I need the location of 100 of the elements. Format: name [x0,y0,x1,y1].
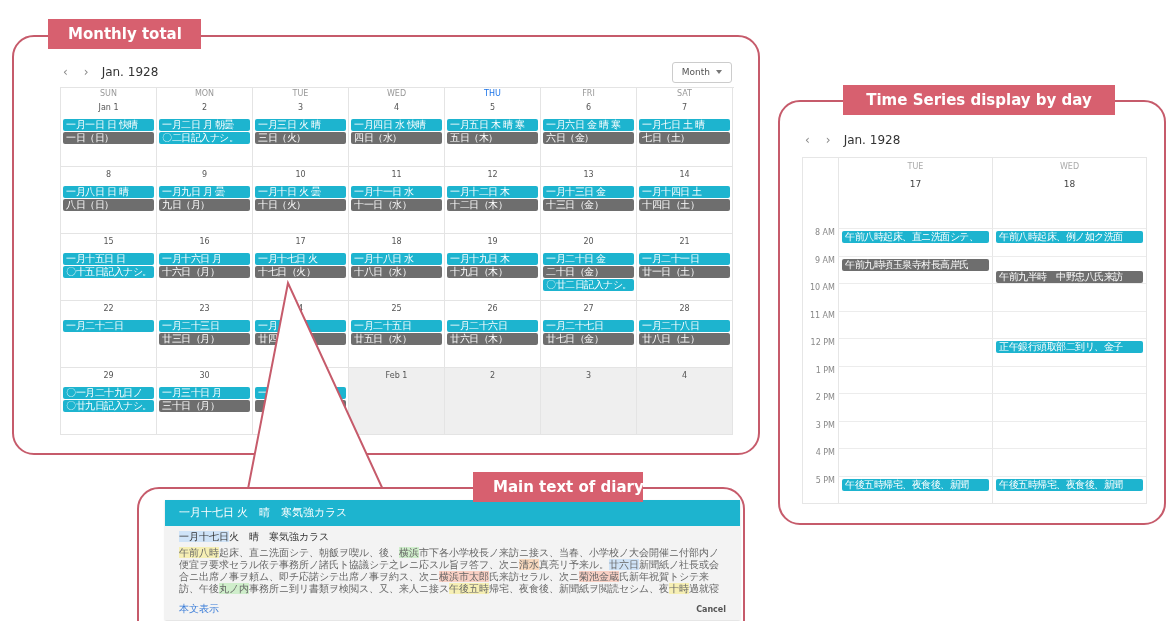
dialog-title: 一月十七日 火 晴 寒気強カラス [165,500,740,526]
view-dropdown[interactable]: Month [671,61,732,83]
time-slot[interactable] [992,448,1146,476]
time-slot[interactable] [992,310,1146,338]
event-chip[interactable]: 十三日（金） [543,199,634,211]
day-number: 5 [489,102,496,114]
cancel-button[interactable]: Cancel [696,604,726,614]
day-number: 14 [679,169,690,181]
day-number: 16 [199,236,210,248]
hour-label: 11 AM [808,310,836,322]
time-slot[interactable] [838,283,992,311]
event-chip[interactable]: 午前九半時 中野忠八氏来訪 [996,270,1143,283]
time-slot[interactable] [838,393,992,421]
day-cell[interactable]: 25 一月二十五日 廿五日（水） [349,301,445,368]
event-chip[interactable]: 廿七日（金） [543,333,634,345]
day-cell[interactable]: 3 [541,368,637,435]
event-chip[interactable]: 廿六日（木） [447,333,538,345]
event-chip[interactable]: 十一日（水） [351,199,442,211]
day-cell[interactable]: 8 一月八日 日 晴 八日（日） [61,167,157,234]
day-cell[interactable]: 17 一月十七日 火 十七日（火） [253,234,349,301]
day-cell[interactable]: 27 一月二十七日 廿七日（金） [541,301,637,368]
event-chip[interactable]: 七日（土） [639,132,730,144]
time-slot[interactable] [838,448,992,476]
caret-icon [716,70,722,74]
day-cell[interactable]: 26 一月二十六日 廿六日（木） [445,301,541,368]
event-chip[interactable]: 十六日（月） [159,266,250,278]
day-cell[interactable]: 4 一月四日 水 快晴 四日（水） [349,100,445,167]
event-chip[interactable]: 十四日（土） [639,199,730,211]
day-cell[interactable]: 9 一月九日 月 曇 九日（月） [157,167,253,234]
day-number: 28 [679,303,690,315]
day-cell[interactable]: 20 一月二十日 金 二十日（金） 〇廿二日記入ナシ。 [541,234,637,301]
day-cell[interactable]: 5 一月五日 木 晴 寒 五日（木） [445,100,541,167]
event-chip[interactable]: 十八日（水） [351,266,442,278]
event-chip[interactable]: 五日（木） [447,132,538,144]
day-cell[interactable]: 6 一月六日 金 晴 寒 六日（金） [541,100,637,167]
section-label: Monthly total [48,19,201,49]
event-chip[interactable]: 六日（金） [543,132,634,144]
next-button[interactable]: › [80,65,92,79]
day-cell[interactable]: 16 一月十六日 月 十六日（月） [157,234,253,301]
time-slot[interactable] [992,283,1146,311]
hour-label: 3 PM [814,420,836,432]
event-chip[interactable]: 廿八日（土） [639,333,730,345]
time-slot[interactable] [992,393,1146,421]
prev-button[interactable]: ‹ [802,133,813,147]
event-chip[interactable]: 午前九時頃玉泉寺村長高岸氏 [842,258,989,271]
event-chip[interactable]: 廿三日（月） [159,333,250,345]
day-cell[interactable]: 3 一月三日 火 晴 三日（火） [253,100,349,167]
day-cell[interactable]: 14 一月十四日 土 十四日（土） [637,167,733,234]
day-cell[interactable]: 30 一月三十日 月 三十日（月） [157,368,253,435]
time-slot[interactable] [992,420,1146,448]
day-cell[interactable]: 18 一月十八日 水 十八日（水） [349,234,445,301]
hour-label: 4 PM [814,448,836,459]
day-cell[interactable]: 4 [637,368,733,435]
event-chip[interactable]: 九日（月） [159,199,250,211]
day-cell[interactable]: 10 一月十日 火 曇 十日（火） [253,167,349,234]
event-chip[interactable]: 十七日（火） [255,266,346,278]
time-slot[interactable] [838,310,992,338]
day-number: 22 [103,303,114,315]
event-chip[interactable]: 一日（日） [63,132,154,144]
day-cell[interactable]: 7 一月七日 土 晴 七日（土） [637,100,733,167]
time-slot[interactable] [838,338,992,366]
event-chip[interactable]: 廿一日（土） [639,266,730,278]
day-number: 18 [1063,179,1076,189]
day-cell[interactable]: Feb 1 [349,368,445,435]
day-cell[interactable]: 19 一月十九日 木 十九日（木） [445,234,541,301]
show-text-link[interactable]: 本文表示 [179,602,219,616]
event-chip[interactable]: 十九日（木） [447,266,538,278]
event-chip[interactable]: 廿五日（水） [351,333,442,345]
day-cell[interactable]: 13 一月十三日 金 十三日（金） [541,167,637,234]
day-number: 9 [201,169,208,181]
event-chip[interactable]: 八日（日） [63,199,154,211]
time-slot[interactable] [992,365,1146,393]
section-label: Time Series display by day [843,85,1115,115]
event-chip[interactable]: 二十日（金） [543,266,634,278]
time-slot[interactable]: 午前九半時 中野忠八氏来訪 [992,255,1146,283]
day-cell[interactable]: 21 一月二十一日 廿一日（土） [637,234,733,301]
event-chip[interactable]: 三日（火） [255,132,346,144]
day-cell[interactable]: 11 一月十一日 水 十一日（水） [349,167,445,234]
day-number: 11 [391,169,402,181]
event-chip[interactable]: 十日（火） [255,199,346,211]
weekday-label: TUE [907,162,924,171]
event-chip[interactable]: 四日（水） [351,132,442,144]
event-chip[interactable]: 三十日（月） [159,400,250,412]
time-slot[interactable] [838,365,992,393]
day-cell[interactable]: 28 一月二十八日 廿八日（土） [637,301,733,368]
day-number: 17 [909,179,922,189]
day-number: 8 [105,169,112,181]
next-button[interactable]: › [822,133,834,147]
prev-button[interactable]: ‹ [60,65,71,79]
day-cell[interactable]: 2 [445,368,541,435]
day-number: 23 [199,303,210,315]
event-chip[interactable]: 十二日（木） [447,199,538,211]
day-cell[interactable]: 22 一月二十二日 [61,301,157,368]
time-slot[interactable] [838,420,992,448]
time-slot[interactable]: 午前九時頃玉泉寺村長高岸氏 [838,255,992,283]
day-cell[interactable]: 23 一月二十三日 廿三日（月） [157,301,253,368]
day-cell[interactable]: Jan 1 一月一日 日 快晴 一日（日） [61,100,157,167]
hour-label: 10 AM [808,283,836,294]
day-number: Feb 1 [385,370,408,382]
day-cell[interactable]: 12 一月十二日 木 十二日（木） [445,167,541,234]
